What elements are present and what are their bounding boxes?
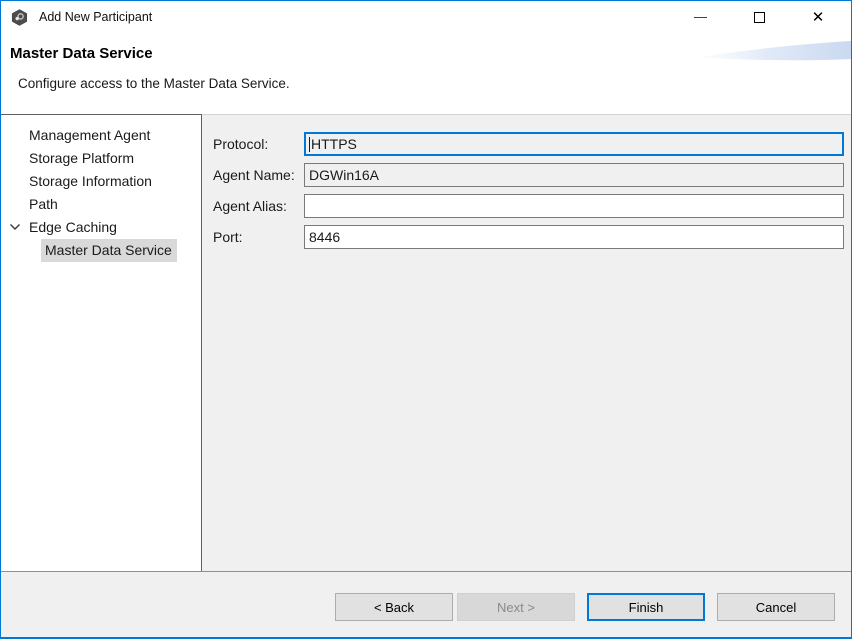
chevron-down-icon[interactable] [9,223,21,231]
sidebar-item-storage-platform[interactable]: Storage Platform [1,147,201,170]
page-subtitle: Configure access to the Master Data Serv… [18,76,851,91]
sidebar-item-path[interactable]: Path [1,193,201,216]
wizard-steps-sidebar: Management Agent Storage Platform Storag… [1,114,202,571]
agent-alias-label: Agent Alias: [213,194,304,218]
sidebar-item-edge-caching[interactable]: Edge Caching [1,216,201,239]
form-content-pane: Protocol: Agent Name: Agent Alias: Port: [202,114,851,571]
window-controls: ✕ [687,1,831,33]
sidebar-item-label: Storage Platform [29,150,134,166]
minimize-icon [694,17,707,18]
sidebar-item-label: Storage Information [29,173,152,189]
dialog-window: Add New Participant ✕ Mast [0,0,852,639]
sidebar-item-storage-information[interactable]: Storage Information [1,170,201,193]
wizard-header: Master Data Service Configure access to … [1,33,851,114]
window-title: Add New Participant [39,1,152,33]
agent-alias-input[interactable] [304,194,844,218]
maximize-button[interactable] [746,2,772,32]
sidebar-item-label: Edge Caching [29,219,117,235]
close-icon: ✕ [812,10,825,25]
dialog-body: Management Agent Storage Platform Storag… [1,114,851,571]
agent-name-label: Agent Name: [213,163,304,187]
form-grid: Protocol: Agent Name: Agent Alias: Port: [213,132,851,249]
protocol-label: Protocol: [213,132,304,156]
sidebar-item-label: Path [29,196,58,212]
next-button: Next > [457,593,575,621]
close-button[interactable]: ✕ [805,2,831,32]
cancel-button[interactable]: Cancel [717,593,835,621]
protocol-input[interactable] [304,132,844,156]
sidebar-item-label: Management Agent [29,127,150,143]
button-bar: < Back Next > Finish Cancel [1,571,851,638]
header-swoosh-decoration [699,39,851,63]
sidebar-item-label-selected: Master Data Service [41,239,177,262]
back-button[interactable]: < Back [335,593,453,621]
title-bar: Add New Participant ✕ [1,1,851,33]
hexagon-app-icon [11,9,28,26]
port-input[interactable] [304,225,844,249]
sidebar-item-management-agent[interactable]: Management Agent [1,124,201,147]
port-label: Port: [213,225,304,249]
maximize-icon [754,12,765,23]
sidebar-item-master-data-service[interactable]: Master Data Service [1,239,201,262]
finish-button[interactable]: Finish [587,593,705,621]
agent-name-input[interactable] [304,163,844,187]
minimize-button[interactable] [687,2,713,32]
